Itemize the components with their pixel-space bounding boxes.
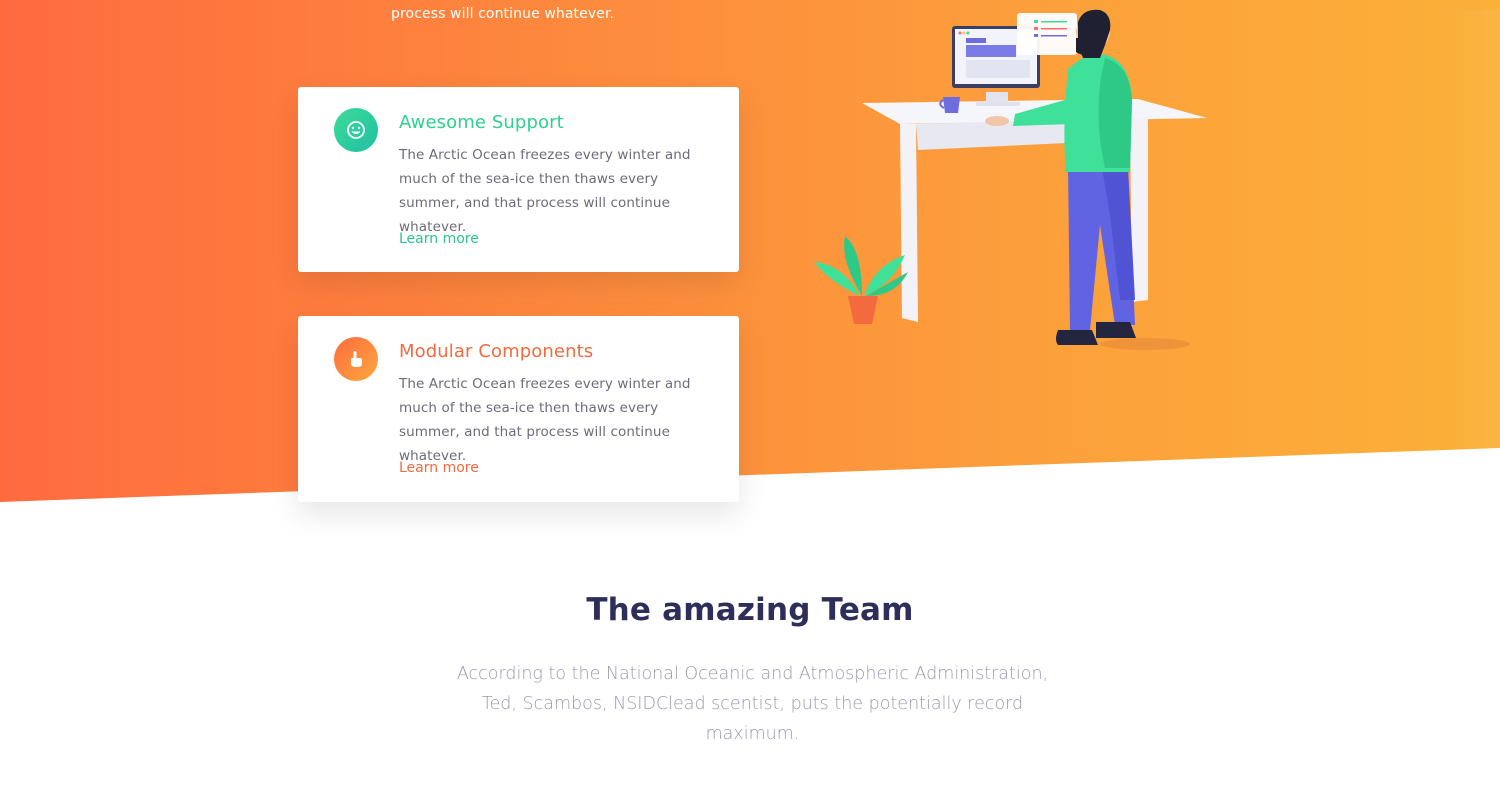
learn-more-link[interactable]: Learn more [399, 460, 479, 476]
team-section-description: According to the National Oceanic and At… [456, 664, 1049, 744]
feature-icon-badge [334, 337, 378, 381]
feature-card-modular: Modular Components The Arctic Ocean free… [298, 316, 739, 502]
hand-pointer-icon [351, 351, 362, 367]
team-section-title: The amazing Team [586, 592, 914, 628]
feature-icon-badge [334, 108, 378, 152]
feature-title: Modular Components [399, 341, 594, 362]
smile-icon [347, 121, 365, 139]
workspace-illustration [814, 9, 1207, 350]
feature-description: The Arctic Ocean freezes every winter an… [399, 376, 691, 464]
hero-text-fragment: process will continue whatever. [391, 6, 615, 22]
hero-background-accent [1440, 10, 1500, 450]
feature-title: Awesome Support [399, 112, 564, 133]
hero-background [0, 0, 1500, 502]
learn-more-link[interactable]: Learn more [399, 231, 479, 247]
feature-card-support: Awesome Support The Arctic Ocean freezes… [298, 87, 739, 272]
feature-description: The Arctic Ocean freezes every winter an… [399, 147, 691, 235]
